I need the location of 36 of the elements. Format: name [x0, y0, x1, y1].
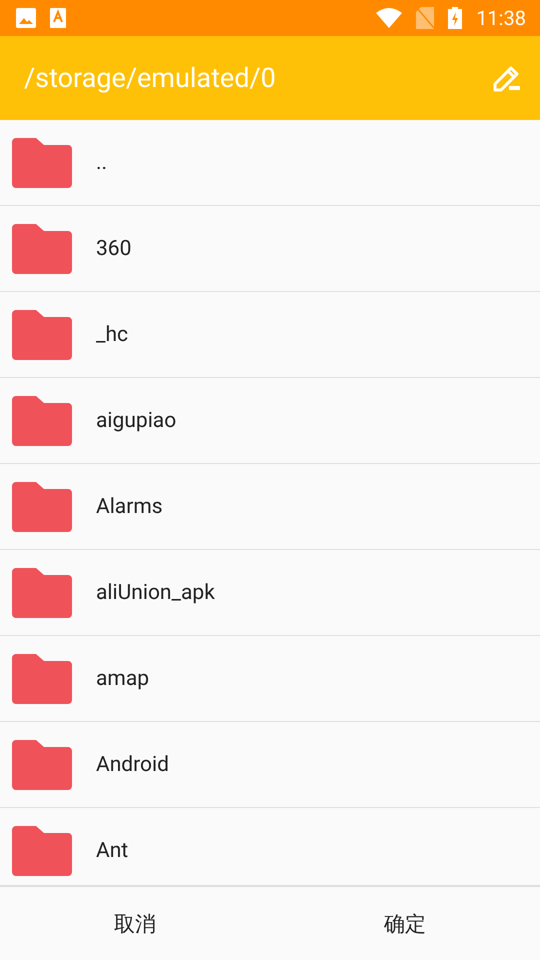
folder-icon — [12, 224, 72, 274]
wifi-icon — [376, 8, 402, 28]
folder-name: _hc — [96, 322, 128, 346]
folder-name: aigupiao — [96, 408, 176, 432]
folder-name: .. — [96, 150, 108, 174]
folder-name: aliUnion_apk — [96, 580, 215, 604]
folder-name: Android — [96, 752, 169, 776]
battery-charging-icon — [448, 7, 462, 29]
folder-icon — [12, 482, 72, 532]
folder-row[interactable]: Alarms — [0, 464, 540, 550]
folder-name: 360 — [96, 236, 132, 260]
folder-row[interactable]: _hc — [0, 292, 540, 378]
folder-name: Ant — [96, 838, 128, 862]
folder-icon — [12, 740, 72, 790]
folder-row[interactable]: aliUnion_apk — [0, 550, 540, 636]
status-time: 11:38 — [476, 6, 526, 30]
path-title: /storage/emulated/0 — [24, 62, 277, 94]
folder-icon — [12, 310, 72, 360]
image-icon — [16, 8, 36, 28]
folder-name: amap — [96, 666, 150, 690]
folder-row[interactable]: .. — [0, 120, 540, 206]
folder-row[interactable]: Ant — [0, 808, 540, 885]
cancel-button[interactable]: 取消 — [0, 887, 270, 960]
folder-row[interactable]: 360 — [0, 206, 540, 292]
text-icon — [50, 8, 66, 28]
folder-icon — [12, 568, 72, 618]
folder-row[interactable]: amap — [0, 636, 540, 722]
folder-icon — [12, 654, 72, 704]
no-sim-icon — [416, 7, 434, 29]
folder-row[interactable]: aigupiao — [0, 378, 540, 464]
folder-icon — [12, 826, 72, 876]
folder-row[interactable]: Android — [0, 722, 540, 808]
folder-name: Alarms — [96, 494, 163, 518]
folder-icon — [12, 396, 72, 446]
confirm-button[interactable]: 确定 — [270, 887, 540, 960]
folder-icon — [12, 138, 72, 188]
